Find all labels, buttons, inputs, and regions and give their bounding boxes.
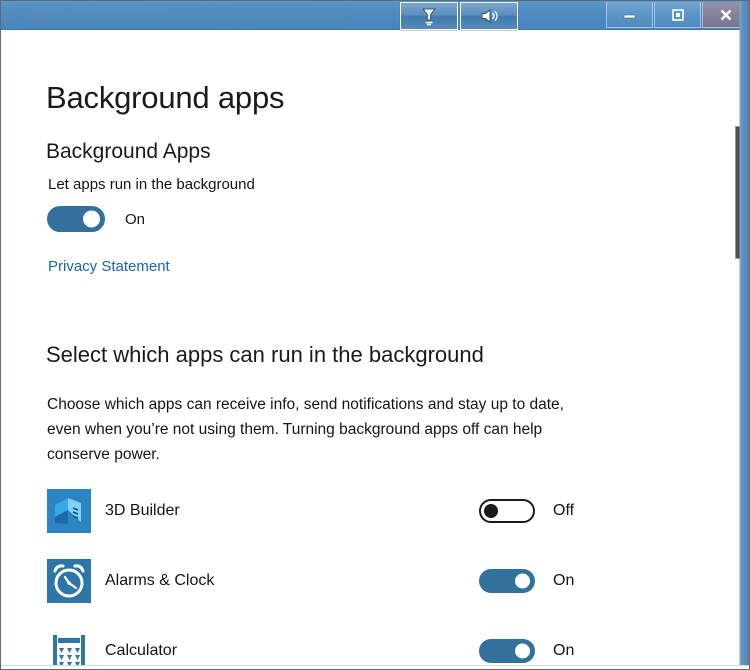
app-toggle[interactable] xyxy=(479,499,535,523)
window-controls xyxy=(606,2,749,29)
app-name: Alarms & Clock xyxy=(105,572,215,589)
settings-window: Background apps Background Apps Let apps… xyxy=(0,0,750,670)
title-bar[interactable] xyxy=(1,1,749,31)
close-icon xyxy=(718,7,734,23)
app-toggle-state: On xyxy=(553,642,575,659)
maximize-icon xyxy=(671,8,685,22)
toggle-knob xyxy=(83,210,100,228)
app-toggle-state: On xyxy=(553,572,575,589)
toggle-knob xyxy=(484,504,498,518)
minimize-button[interactable] xyxy=(606,2,653,28)
settings-content: Background apps Background Apps Let apps… xyxy=(2,31,742,669)
app-list: 3D Builder Off Alarms & Clock On Calcula… xyxy=(47,476,582,669)
section-description: Choose which apps can receive info, send… xyxy=(47,395,564,463)
page-title: Background apps xyxy=(46,79,285,115)
app-toggle-wrap: On xyxy=(479,569,574,593)
app-toggle-wrap: Off xyxy=(479,499,574,523)
toggle-knob xyxy=(515,573,530,589)
speaker-icon-button[interactable] xyxy=(460,2,518,30)
let-apps-run-label: Let apps run in the background xyxy=(48,176,255,193)
privacy-statement-link[interactable]: Privacy Statement xyxy=(48,258,170,275)
app-name: 3D Builder xyxy=(105,502,180,519)
speaker-icon xyxy=(476,6,502,26)
scrollbar-track[interactable] xyxy=(735,31,744,669)
calculator-icon xyxy=(47,629,91,669)
let-apps-run-toggle-row: On xyxy=(47,206,145,232)
alarms-clock-icon xyxy=(47,559,91,603)
section-heading-select-apps: Select which apps can run in the backgro… xyxy=(46,342,484,368)
let-apps-run-toggle[interactable] xyxy=(47,206,105,232)
let-apps-run-toggle-state: On xyxy=(125,210,146,228)
app-toggle-wrap: On xyxy=(479,639,574,663)
scrollbar-thumb[interactable] xyxy=(735,126,741,259)
filter-icon-button[interactable] xyxy=(400,2,458,30)
3d-builder-icon xyxy=(47,489,91,533)
filter-icon xyxy=(418,6,440,26)
app-name: Calculator xyxy=(105,642,178,659)
app-row[interactable]: Calculator On xyxy=(47,616,582,669)
app-toggle[interactable] xyxy=(479,569,535,593)
minimize-icon xyxy=(623,10,637,20)
app-row[interactable]: 3D Builder Off xyxy=(47,476,582,546)
toggle-knob xyxy=(515,643,530,659)
section-heading-background-apps: Background Apps xyxy=(46,140,211,164)
window-bottom-border xyxy=(1,665,749,669)
app-row[interactable]: Alarms & Clock On xyxy=(47,546,582,616)
app-toggle-state: Off xyxy=(553,502,575,519)
maximize-button[interactable] xyxy=(654,2,701,28)
title-bar-text-obscured xyxy=(23,8,343,23)
title-bar-toolbar xyxy=(400,2,518,31)
app-toggle[interactable] xyxy=(479,639,535,663)
close-button[interactable] xyxy=(702,2,749,28)
